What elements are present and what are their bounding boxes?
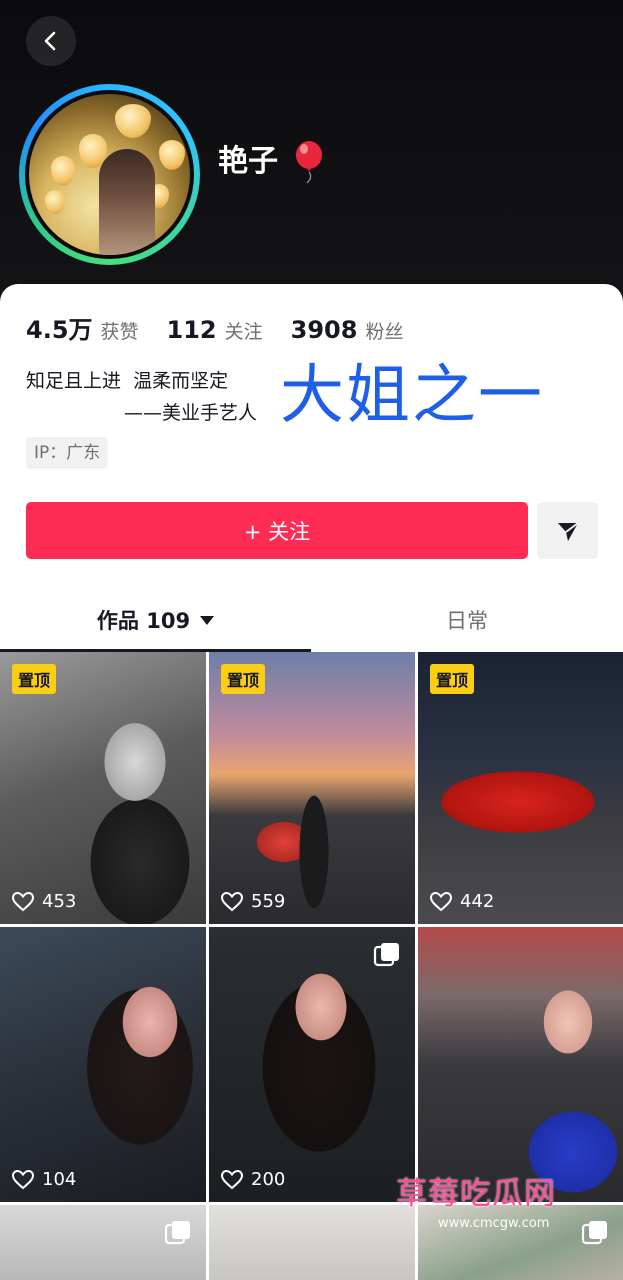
likes-count: 4.5万 [26,316,93,344]
share-button[interactable] [537,502,598,559]
like-count: 442 [430,891,494,912]
site-watermark: 草莓吃瓜网 [396,1176,556,1212]
stats-row: 4.5万 获赞 112 关注 3908 粉丝 [26,310,431,345]
video-tile[interactable]: 200 [209,927,415,1202]
caret-down-icon [200,615,215,625]
heart-outline-icon [12,891,34,911]
avatar-image [29,94,190,255]
video-tile[interactable] [209,1205,415,1280]
send-icon [557,521,579,541]
followers-count[interactable]: 3908 [291,316,358,344]
following-count[interactable]: 112 [167,316,217,344]
profile-header: 艳子 [0,0,623,310]
video-tile[interactable]: 104 [0,927,206,1202]
like-count: 453 [12,891,76,912]
pinned-badge: 置顶 [221,664,266,694]
pinned-badge: 置顶 [12,664,57,694]
bio-line-2: ——美业手艺人 [124,402,258,424]
username: 艳子 [218,144,278,179]
multi-image-icon [373,943,399,967]
video-tile[interactable]: 置顶 559 [209,652,415,924]
following-label[interactable]: 关注 [225,317,263,344]
balloon-icon [296,141,322,184]
tab-daily[interactable]: 日常 [311,590,623,650]
like-count: 104 [12,1169,76,1190]
video-tile[interactable] [418,927,623,1202]
tab-works[interactable]: 作品 109 [0,590,311,650]
multi-image-icon [581,1221,607,1245]
heart-outline-icon [221,1169,243,1189]
url-watermark: www.cmcgw.com [438,1216,550,1231]
likes-label: 获赞 [100,321,139,343]
like-count: 200 [221,1169,285,1190]
heart-outline-icon [221,891,243,911]
overlay-annotation: 大姐之一 [280,359,544,433]
follow-button[interactable]: + 关注 [26,502,528,559]
heart-outline-icon [12,1169,34,1189]
pinned-badge: 置顶 [430,664,475,694]
content-tabs: 作品 109 日常 [0,590,623,652]
heart-outline-icon [430,891,452,911]
like-count: 559 [221,891,285,912]
bio-line-1: 知足且上进 温柔而坚定 [26,370,229,392]
back-button[interactable] [26,16,76,66]
video-tile[interactable] [0,1205,206,1280]
followers-label[interactable]: 粉丝 [365,317,403,344]
tab-works-label: 作品 109 [96,609,191,633]
video-tile[interactable]: 置顶 442 [418,652,623,924]
ip-location-tag: IP：广东 [26,437,109,469]
chevron-left-icon [44,31,56,51]
video-tile[interactable]: 置顶 453 [0,652,206,924]
avatar[interactable] [19,84,200,265]
multi-image-icon [164,1221,190,1245]
